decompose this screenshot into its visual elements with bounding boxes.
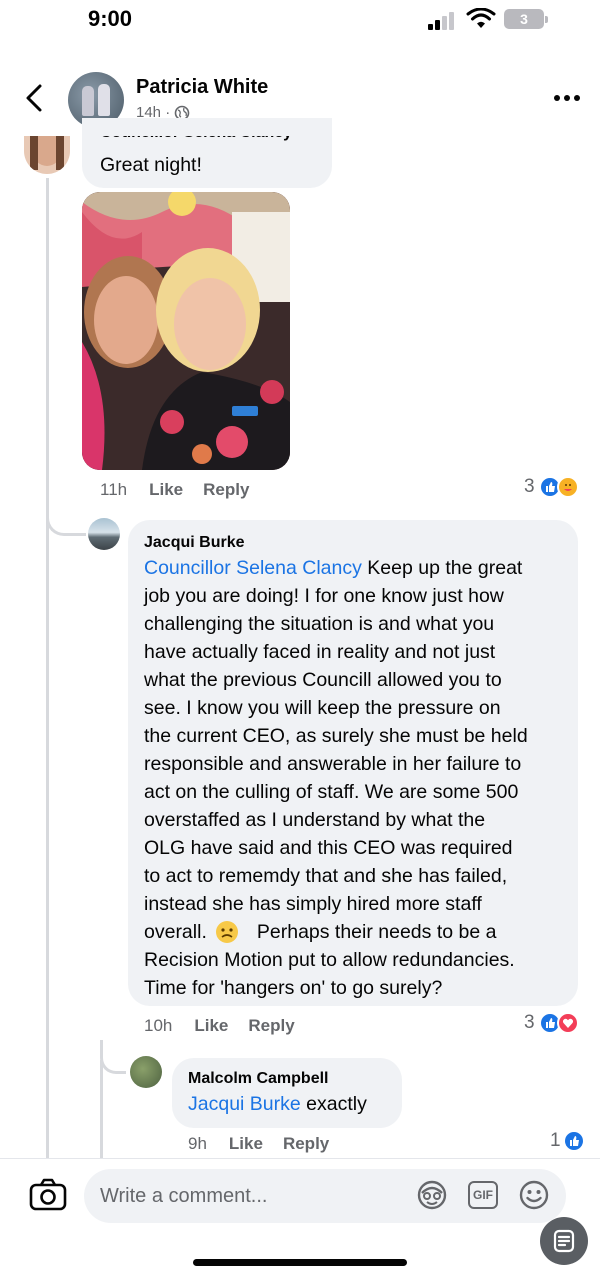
comment-time: 11h	[100, 480, 128, 499]
author-name[interactable]: Patricia White	[136, 76, 268, 99]
like-reaction-icon	[562, 1130, 585, 1152]
comment-actions: 9h Like Reply	[188, 1134, 349, 1154]
mention-link[interactable]: Councillor Selena Clancy	[144, 557, 362, 579]
love-reaction-icon	[556, 1012, 579, 1034]
reaction-summary[interactable]: 3	[524, 1012, 579, 1034]
thread-line	[46, 178, 49, 1158]
thread-connector	[100, 1040, 126, 1074]
commenter-avatar[interactable]	[88, 518, 120, 550]
care-reaction-icon	[556, 476, 579, 498]
comment-photo[interactable]	[82, 192, 290, 470]
comment-composer: GIF	[0, 1158, 600, 1275]
comment-bubble[interactable]: Jacqui Burke Councillor Selena Clancy Ke…	[128, 520, 578, 1006]
mention-link[interactable]: Jacqui Burke	[188, 1093, 301, 1115]
reply-button[interactable]: Reply	[203, 480, 249, 500]
more-icon[interactable]	[552, 86, 582, 110]
commenter-name[interactable]: Malcolm Campbell	[188, 1070, 328, 1088]
status-bar: 9:00 3	[0, 0, 600, 44]
status-time: 9:00	[88, 6, 133, 31]
camera-icon[interactable]	[28, 1177, 68, 1213]
battery-icon: 3	[504, 9, 548, 29]
like-button[interactable]: Like	[149, 480, 183, 500]
avatar-sticker-icon[interactable]	[416, 1179, 448, 1211]
comment-bubble[interactable]: Malcolm Campbell Jacqui Burke exactly	[172, 1058, 402, 1128]
reaction-count: 3	[524, 476, 535, 497]
thread-connector	[46, 498, 86, 536]
emoji-icon[interactable]	[518, 1179, 550, 1211]
reaction-summary[interactable]: 3	[524, 476, 579, 498]
thread-line	[100, 1060, 103, 1158]
floating-action-icon[interactable]	[540, 1217, 588, 1265]
comment-text: Jacqui Burke exactly	[188, 1093, 367, 1115]
comment-actions: 11h Like Reply	[100, 480, 269, 500]
home-indicator	[193, 1259, 407, 1266]
gif-icon[interactable]: GIF	[468, 1181, 498, 1209]
reply-button[interactable]: Reply	[283, 1134, 329, 1154]
comment-text: Great night!	[100, 154, 202, 176]
comment-actions: 10h Like Reply	[144, 1016, 315, 1036]
comment-bubble[interactable]: Great night!	[82, 118, 332, 188]
wifi-icon	[466, 8, 496, 28]
commenter-avatar[interactable]	[130, 1056, 162, 1088]
reply-button[interactable]: Reply	[248, 1016, 294, 1036]
commenter-avatar[interactable]	[24, 136, 70, 174]
reaction-count: 1	[550, 1130, 561, 1151]
comment-text: Councillor Selena Clancy Keep up the gre…	[144, 557, 528, 999]
like-button[interactable]: Like	[194, 1016, 228, 1036]
reaction-count: 3	[524, 1012, 535, 1033]
reaction-summary[interactable]: 1	[550, 1130, 585, 1152]
commenter-name[interactable]: Jacqui Burke	[144, 534, 244, 552]
like-button[interactable]: Like	[229, 1134, 263, 1154]
cellular-signal-icon	[428, 10, 458, 30]
comment-time: 9h	[188, 1134, 207, 1153]
comment-time: 10h	[144, 1016, 173, 1035]
sad-emoji-icon	[215, 921, 238, 943]
back-arrow-icon[interactable]	[20, 78, 50, 118]
